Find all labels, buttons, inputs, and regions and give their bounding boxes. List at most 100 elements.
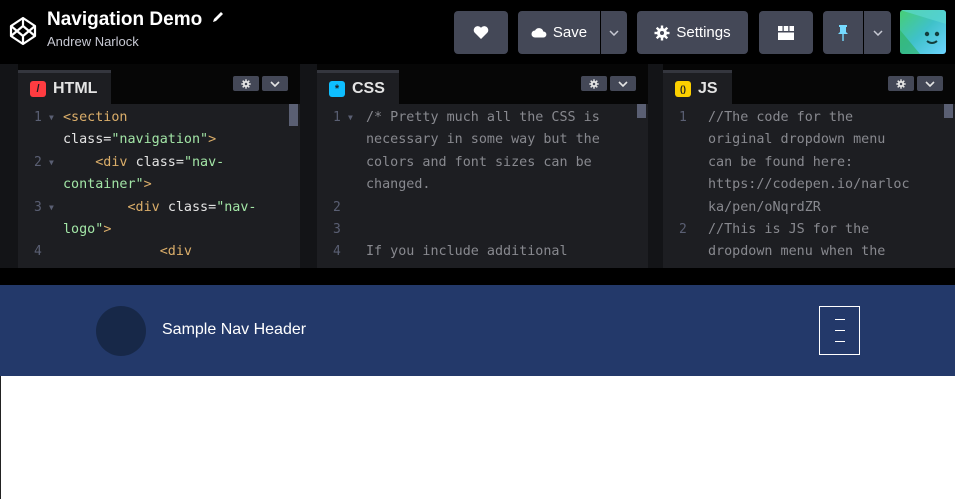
code-line: If you include additional	[366, 241, 568, 263]
html-collapse-button[interactable]	[262, 76, 288, 91]
hamburger-line	[835, 330, 845, 331]
code-token: logo"	[63, 222, 104, 237]
code-line: original dropdown menu	[708, 129, 885, 151]
preview-pane: Sample Nav Header	[0, 285, 955, 499]
code-token: class=	[135, 154, 184, 170]
code-line: <div class="nav-	[63, 197, 257, 219]
line-number: 2 ▼	[34, 154, 54, 170]
code-token: //The code for the	[708, 110, 854, 125]
html-scrollbar[interactable]	[289, 104, 298, 126]
settings-button[interactable]: Settings	[637, 11, 748, 54]
code-token: >	[143, 177, 152, 193]
code-token: >	[208, 132, 217, 148]
save-button[interactable]: Save	[518, 11, 600, 54]
code-token: <div	[63, 199, 168, 215]
tab-css[interactable]: * CSS	[317, 70, 399, 104]
code-line: dropdown menu when the	[708, 241, 885, 263]
pin-options-button[interactable]	[864, 11, 891, 54]
code-token: "navigation"	[111, 132, 209, 148]
html-editor-actions	[233, 76, 288, 91]
chevron-down-icon	[872, 29, 883, 36]
hamburger-line	[835, 341, 845, 342]
code-token: /* Pretty much all the CSS is	[366, 110, 600, 125]
line-number: 4	[333, 244, 341, 260]
nav-logo[interactable]	[96, 306, 146, 356]
code-line: necessary in some way but the	[366, 129, 600, 151]
tab-js[interactable]: () JS	[663, 70, 732, 104]
code-token: class=	[167, 199, 217, 215]
change-view-button[interactable]	[759, 11, 813, 54]
cloud-icon	[531, 27, 547, 38]
code-token: necessary in some way but the	[366, 132, 600, 148]
html-editor: / HTML 1 ▼ 2 ▼ 3 ▼ 4 <section class="navigat…	[18, 64, 300, 268]
top-bar: Navigation Demo Andrew Narlock Save Sett…	[0, 0, 955, 64]
html-icon: /	[30, 80, 46, 97]
css-editor: * CSS 1 ▼ 2 3 4 /* Pretty much all the CS…	[317, 64, 648, 268]
codepen-logo-icon[interactable]	[8, 14, 38, 48]
pen-author[interactable]: Andrew Narlock	[47, 34, 225, 49]
line-number: 3	[333, 222, 341, 237]
pencil-icon[interactable]	[211, 10, 225, 24]
save-label: Save	[552, 24, 588, 41]
nav-header: Sample Nav Header	[162, 321, 307, 338]
html-settings-button[interactable]	[233, 76, 259, 91]
pen-title[interactable]: Navigation Demo	[47, 9, 202, 31]
js-icon: ()	[675, 80, 691, 97]
code-token: dropdown menu when the	[708, 244, 886, 260]
code-token: https://codepen.io/narloc	[708, 177, 910, 193]
hamburger-menu-button[interactable]	[819, 306, 860, 355]
code-token: <section	[63, 110, 128, 125]
resize-divider[interactable]	[0, 268, 955, 285]
code-line: can be found here:	[708, 152, 853, 174]
code-token: >	[103, 222, 112, 237]
code-token: "nav-	[183, 154, 225, 170]
code-line: class="navigation">	[63, 129, 216, 151]
code-token: ka/pen/oNqrdZR	[708, 199, 821, 215]
css-editor-actions	[581, 76, 636, 91]
js-editor-actions	[888, 76, 943, 91]
code-token: can be found here:	[708, 154, 854, 170]
chevron-down-icon	[270, 80, 280, 87]
code-token: colors and font sizes can be	[366, 154, 592, 170]
code-token: container"	[63, 177, 144, 193]
pin-button[interactable]	[823, 11, 863, 54]
tab-js-label: JS	[698, 79, 718, 97]
line-number: 1 ▼	[34, 110, 54, 125]
gear-icon	[241, 78, 251, 89]
code-line: ka/pen/oNqrdZR	[708, 197, 821, 219]
avatar[interactable]	[900, 10, 946, 54]
code-line: changed.	[366, 174, 431, 196]
layout-grid-icon	[778, 25, 794, 40]
gear-icon	[589, 78, 599, 89]
code-line: //The code for the	[708, 107, 853, 129]
line-number: 1	[679, 110, 687, 125]
code-token: original dropdown menu	[708, 132, 886, 148]
css-collapse-button[interactable]	[610, 76, 636, 91]
code-line: https://codepen.io/narloc	[708, 174, 910, 196]
css-scrollbar[interactable]	[637, 104, 646, 118]
gear-icon	[896, 78, 906, 89]
settings-label: Settings	[676, 24, 731, 41]
save-options-button[interactable]	[601, 11, 627, 54]
line-number: 3 ▼	[34, 199, 54, 215]
pen-title-area: Navigation Demo Andrew Narlock	[47, 9, 225, 49]
line-number: 2	[333, 199, 341, 215]
line-number: 1 ▼	[333, 110, 353, 125]
line-number: 2	[679, 222, 687, 237]
js-editor-header: () JS	[663, 64, 955, 104]
tab-html[interactable]: / HTML	[18, 70, 112, 104]
code-token: "nav-	[216, 199, 257, 215]
heart-icon	[473, 25, 489, 40]
css-settings-button[interactable]	[581, 76, 607, 91]
line-number: 4	[34, 244, 42, 260]
chevron-down-icon	[609, 29, 619, 36]
code-token: changed.	[366, 177, 431, 193]
like-button[interactable]	[454, 11, 508, 54]
js-settings-button[interactable]	[888, 76, 914, 91]
gear-icon	[654, 25, 670, 41]
js-scrollbar[interactable]	[944, 104, 953, 118]
preview-edge	[0, 376, 1, 499]
tab-html-label: HTML	[53, 79, 98, 97]
code-line: <div	[63, 241, 192, 263]
js-collapse-button[interactable]	[917, 76, 943, 91]
